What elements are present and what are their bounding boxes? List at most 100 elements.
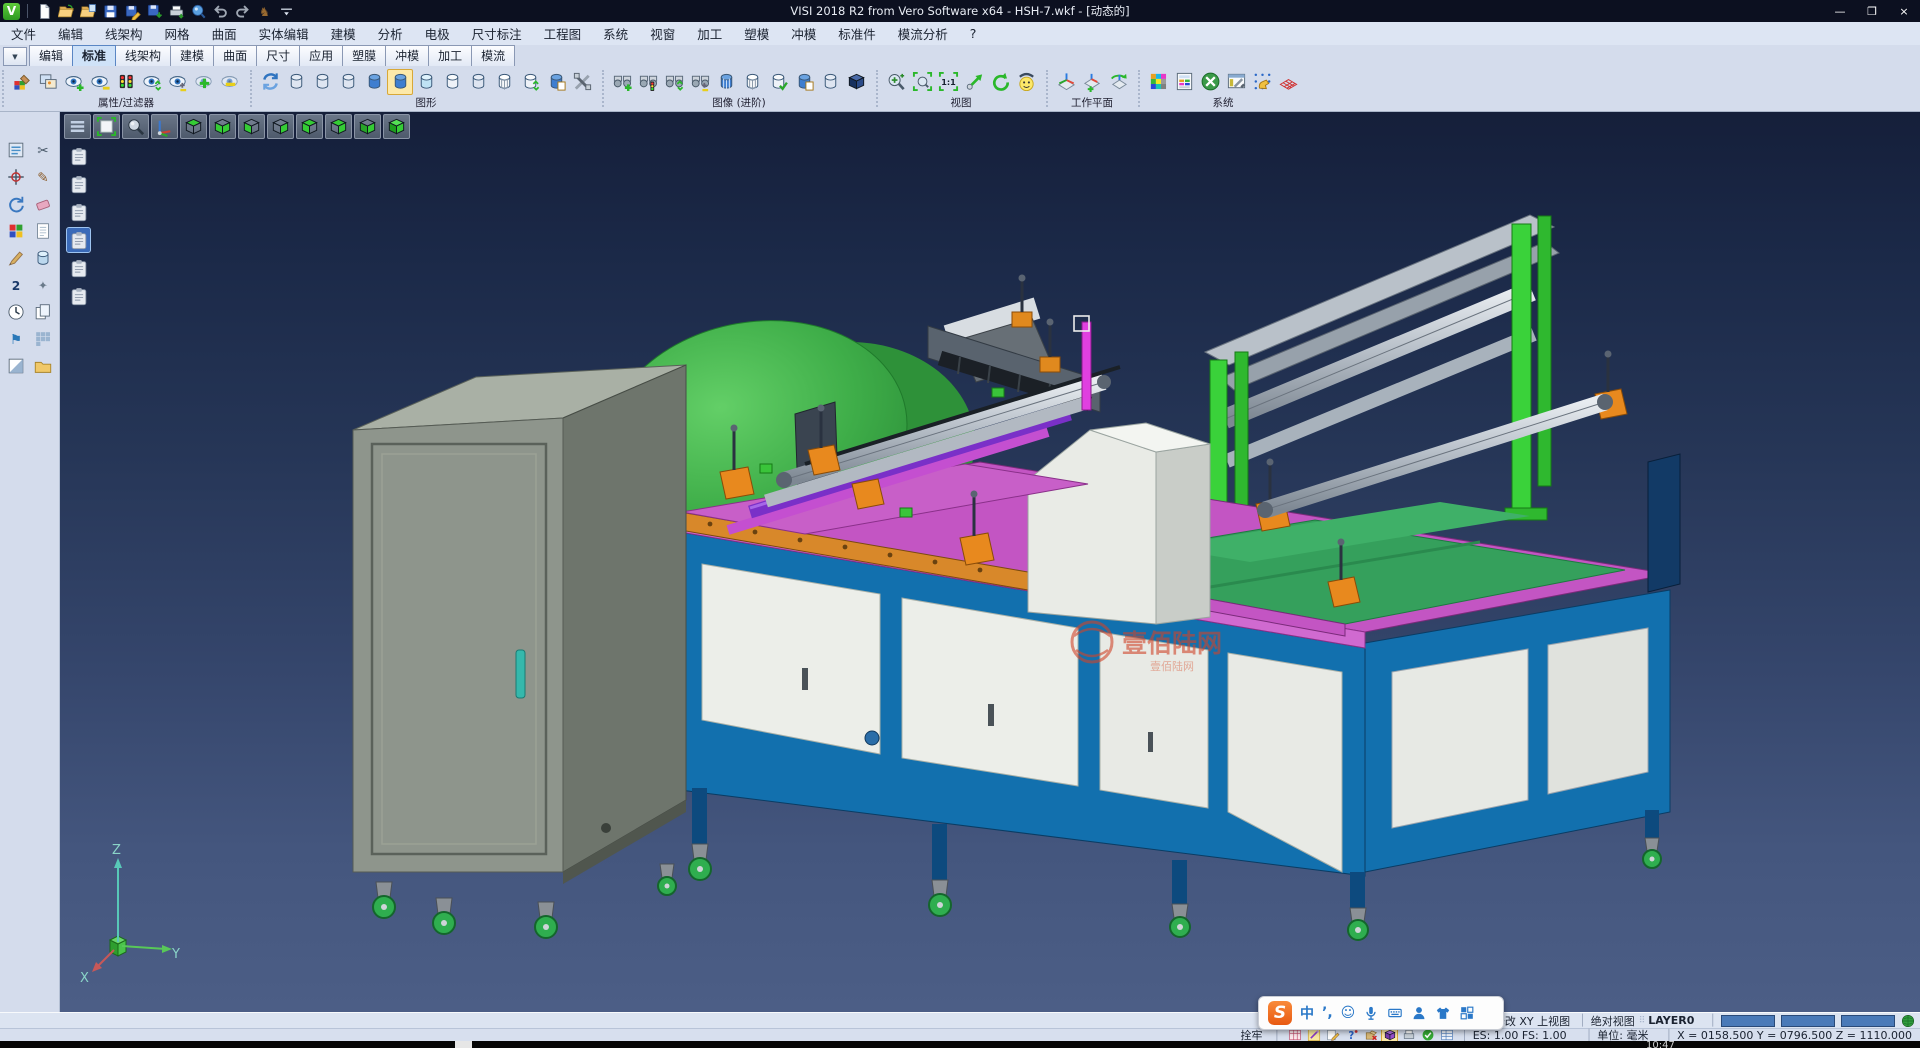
grid-settings-icon[interactable]	[1275, 69, 1301, 95]
eye-refresh-icon[interactable]	[139, 69, 165, 95]
tab-尺寸[interactable]: 尺寸	[256, 45, 300, 66]
tab-编辑[interactable]: 编辑	[29, 45, 73, 66]
ime-chinese-mode[interactable]: 中	[1300, 1003, 1314, 1023]
tab-塑膜[interactable]: 塑膜	[342, 45, 386, 66]
view-eye-icon[interactable]	[1013, 69, 1039, 95]
qa-undo-icon[interactable]	[211, 2, 230, 21]
tab-线架构[interactable]: 线架构	[115, 45, 171, 66]
ime-person-icon[interactable]	[1411, 1005, 1427, 1021]
ime-smiley-icon[interactable]: ☺	[1341, 1005, 1356, 1021]
tab-标准[interactable]: 标准	[72, 45, 116, 66]
tab-冲模[interactable]: 冲模	[385, 45, 429, 66]
cube-iso-button[interactable]	[354, 114, 381, 139]
cyl-wire-icon[interactable]	[309, 69, 335, 95]
workplane-axes-icon[interactable]	[1053, 69, 1079, 95]
ime-punctuation[interactable]: ’,	[1322, 1005, 1333, 1021]
cube-back-button[interactable]	[267, 114, 294, 139]
menu-模流分析[interactable]: 模流分析	[887, 22, 959, 45]
menu-实体编辑[interactable]: 实体编辑	[248, 22, 320, 45]
menu-尺寸标注[interactable]: 尺寸标注	[461, 22, 533, 45]
color-swatch-2[interactable]	[1781, 1015, 1835, 1027]
cyl-striped-icon[interactable]	[491, 69, 517, 95]
menu-文件[interactable]: 文件	[0, 22, 47, 45]
cube-right-button[interactable]	[325, 114, 352, 139]
cyl-blue-icon[interactable]	[387, 69, 413, 95]
menu-分析[interactable]: 分析	[367, 22, 414, 45]
active-layer[interactable]: LAYER0	[1648, 1014, 1694, 1027]
clipboard-item-1[interactable]	[67, 144, 90, 168]
cyl-wire-icon[interactable]	[335, 69, 361, 95]
minimize-button[interactable]: —	[1824, 0, 1856, 22]
menu-系统[interactable]: 系统	[592, 22, 639, 45]
binoc-add-icon[interactable]	[609, 69, 635, 95]
menu-塑模[interactable]: 塑模	[733, 22, 780, 45]
pencil-tool-icon[interactable]: ✎	[31, 165, 55, 189]
palette-brush-icon[interactable]	[9, 69, 35, 95]
cyl-striped-icon[interactable]	[739, 69, 765, 95]
cube-left-button[interactable]	[296, 114, 323, 139]
cyl-lightblue-icon[interactable]	[413, 69, 439, 95]
zoom-in-icon[interactable]	[883, 69, 909, 95]
qa-preview-icon[interactable]	[189, 2, 208, 21]
binoc-traffic-icon[interactable]	[635, 69, 661, 95]
qa-import-icon[interactable]	[79, 2, 98, 21]
image-pair-icon[interactable]	[35, 69, 61, 95]
star-tool-icon[interactable]: ✦	[31, 273, 55, 297]
qa-print-icon[interactable]	[167, 2, 186, 21]
s-draft-icon[interactable]	[1325, 1028, 1340, 1042]
eye-plusminus-icon[interactable]	[165, 69, 191, 95]
s-cells-icon[interactable]	[1439, 1028, 1454, 1042]
menu-线架构[interactable]: 线架构	[94, 22, 154, 45]
folder-tool-icon[interactable]	[31, 354, 55, 378]
menu-网格[interactable]: 网格	[154, 22, 201, 45]
menu-视窗[interactable]: 视窗	[639, 22, 686, 45]
cyl-wire-icon[interactable]	[283, 69, 309, 95]
menu-工程图[interactable]: 工程图	[533, 22, 593, 45]
color-swatch-3[interactable]	[1841, 1015, 1895, 1027]
menu-电极[interactable]: 电极	[414, 22, 461, 45]
cube-front-button[interactable]	[238, 114, 265, 139]
ime-layout-icon[interactable]	[1459, 1005, 1475, 1021]
menu-加工[interactable]: 加工	[686, 22, 733, 45]
s-wand-icon[interactable]	[1306, 1028, 1321, 1042]
tab-应用[interactable]: 应用	[299, 45, 343, 66]
cyl-glass-icon[interactable]	[439, 69, 465, 95]
menu-冲模[interactable]: 冲模	[780, 22, 827, 45]
brush-tool-icon[interactable]	[4, 246, 28, 270]
cyl-copy-icon[interactable]	[543, 69, 569, 95]
two-tool-icon[interactable]: 2	[4, 273, 28, 297]
color-table-icon[interactable]	[1145, 69, 1171, 95]
s-print-icon[interactable]	[1401, 1028, 1416, 1042]
settings-form-icon[interactable]	[1171, 69, 1197, 95]
toolbar-dropdown-button[interactable]: ▼	[3, 47, 27, 66]
cube-dark-icon[interactable]	[843, 69, 869, 95]
menu-建模[interactable]: 建模	[320, 22, 367, 45]
maximize-button[interactable]: ❐	[1856, 0, 1888, 22]
clipboard-item-3[interactable]	[67, 200, 90, 224]
s-table-red-icon[interactable]	[1287, 1028, 1302, 1042]
view-list-button[interactable]	[64, 114, 91, 139]
zoom-fit-button[interactable]	[93, 114, 120, 139]
tab-模流[interactable]: 模流	[471, 45, 515, 66]
clipboard-item-4[interactable]	[67, 228, 90, 252]
cyl-blue-banded-icon[interactable]	[713, 69, 739, 95]
workplane-set-icon[interactable]	[1079, 69, 1105, 95]
ime-mic-icon[interactable]	[1363, 1005, 1379, 1021]
s-package-icon[interactable]	[1363, 1028, 1378, 1042]
binoc-refresh-icon[interactable]	[661, 69, 687, 95]
cyl-check-icon[interactable]	[765, 69, 791, 95]
cyl-blue-icon[interactable]	[361, 69, 387, 95]
eye-plus-icon[interactable]	[61, 69, 87, 95]
ime-kbd-icon[interactable]	[1387, 1005, 1403, 1021]
note-tool-icon[interactable]	[31, 219, 55, 243]
viewport-3d[interactable]: 壹佰陆网 壹佰陆网 Z Y X	[60, 112, 1920, 1012]
s-ok-icon[interactable]	[1420, 1028, 1435, 1042]
toolbox-icon[interactable]	[569, 69, 595, 95]
rotate-view-icon[interactable]	[987, 69, 1013, 95]
arc-rotate-tool-icon[interactable]	[4, 192, 28, 216]
system-tools-icon[interactable]	[1197, 69, 1223, 95]
tab-加工[interactable]: 加工	[428, 45, 472, 66]
qa-save-icon[interactable]	[101, 2, 120, 21]
copy2-tool-icon[interactable]	[31, 300, 55, 324]
pan-arrow-icon[interactable]	[961, 69, 987, 95]
